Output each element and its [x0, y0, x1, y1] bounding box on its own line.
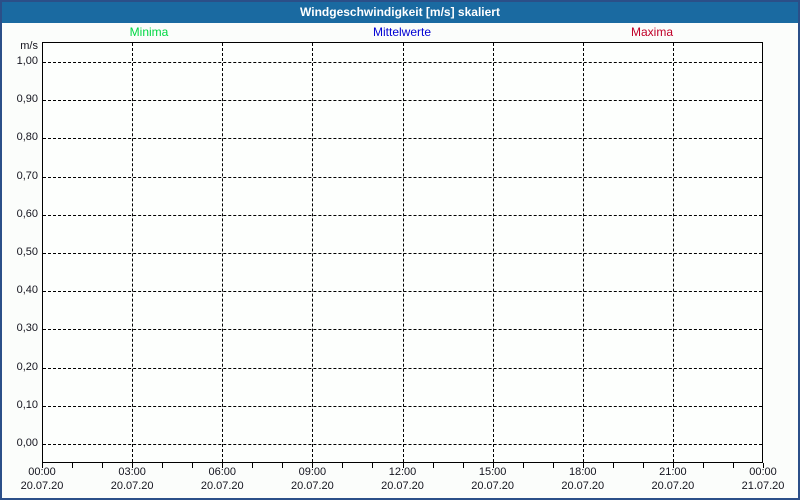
x-gridline — [582, 43, 584, 462]
chart-window: Windgeschwindigkeit [m/s] skaliert Minim… — [0, 0, 800, 500]
x-axis-hour-tick — [402, 463, 404, 468]
x-tick-time-label: 03:00 — [118, 466, 146, 478]
x-tick-date-label: 20.07.20 — [651, 480, 695, 492]
y-tick-label: 0,40 — [16, 284, 38, 297]
x-tick-time-label: 21:00 — [659, 466, 687, 478]
y-tick-label: 0,20 — [16, 360, 38, 373]
x-axis-hour-tick — [312, 463, 314, 468]
x-tick-date-label: 20.07.20 — [381, 480, 424, 492]
x-tick-date-label: 20.07.20 — [561, 480, 605, 492]
chart-title: Windgeschwindigkeit [m/s] skaliert — [300, 5, 500, 19]
x-tick-date-label: 20.07.20 — [200, 480, 244, 492]
x-tick-time-label: 00:00 — [749, 466, 777, 478]
title-bar: Windgeschwindigkeit [m/s] skaliert — [2, 2, 798, 23]
y-tick-label: 0,50 — [16, 246, 38, 258]
x-tick-date-label: 20.07.20 — [20, 480, 64, 492]
x-axis-hour-tick — [222, 463, 224, 468]
x-axis-hour-tick — [462, 463, 464, 468]
x-axis-hour-tick — [492, 463, 494, 468]
x-tick-time-label: 18:00 — [568, 466, 597, 478]
x-axis-hour-tick — [732, 463, 734, 468]
x-tick-date-label: 20.07.20 — [471, 480, 515, 492]
y-tick-label: 0,70 — [16, 169, 38, 182]
x-gridline — [402, 43, 404, 462]
x-gridline — [222, 43, 224, 462]
x-tick-time-label: 15:00 — [478, 466, 507, 478]
x-axis-hour-tick — [552, 463, 554, 468]
x-tick-time-label: 09:00 — [298, 466, 327, 478]
x-axis-hour-tick — [252, 463, 254, 468]
x-axis-hour-tick — [372, 463, 374, 468]
y-tick-label: 0,90 — [16, 93, 38, 106]
x-tick-date-label: 21.07.20 — [741, 480, 785, 492]
x-axis-hour-tick — [192, 463, 194, 468]
x-gridline — [492, 43, 494, 462]
x-gridline — [132, 43, 134, 462]
x-axis-hour-tick — [432, 463, 434, 468]
x-tick-time-label: 06:00 — [208, 466, 237, 478]
x-axis-hour-tick — [132, 463, 134, 468]
x-axis-hour-tick — [763, 463, 764, 468]
x-axis-hour-tick — [582, 463, 584, 468]
plot-area — [42, 42, 763, 463]
legend-item-maxima: Maxima — [630, 25, 674, 39]
x-axis-hour-tick — [282, 463, 284, 468]
legend-item-mittelwerte: Mittelwerte — [372, 25, 432, 39]
x-tick-time-label: 00:00 — [28, 466, 56, 478]
y-axis-unit-label: m/s — [20, 40, 38, 52]
x-axis-hour-tick — [672, 463, 674, 468]
y-tick-label: 0,00 — [16, 437, 38, 449]
y-tick-label: 0,80 — [16, 131, 38, 144]
y-tick-label: 0,30 — [16, 322, 38, 335]
x-axis-hour-tick — [702, 463, 704, 468]
x-axis-hour-tick — [342, 463, 344, 468]
x-axis-hour-tick — [162, 463, 164, 468]
x-axis-hour-tick — [642, 463, 644, 468]
x-tick-time-label: 12:00 — [388, 466, 417, 478]
legend: Minima Mittelwerte Maxima — [2, 25, 798, 39]
y-tick-label: 0,10 — [16, 398, 38, 411]
y-tick-label: 0,60 — [16, 207, 38, 220]
legend-item-minima: Minima — [129, 25, 169, 39]
x-axis-hour-tick — [102, 463, 104, 468]
x-tick-date-label: 20.07.20 — [290, 480, 334, 492]
y-tick-label: 1,00 — [16, 55, 38, 67]
x-axis-hour-tick — [42, 463, 43, 468]
x-axis-hour-tick — [612, 463, 614, 468]
x-axis-hour-tick — [522, 463, 524, 468]
x-axis-hour-tick — [72, 463, 74, 468]
x-gridline — [672, 43, 674, 462]
x-tick-date-label: 20.07.20 — [110, 480, 154, 492]
x-gridline — [312, 43, 314, 462]
